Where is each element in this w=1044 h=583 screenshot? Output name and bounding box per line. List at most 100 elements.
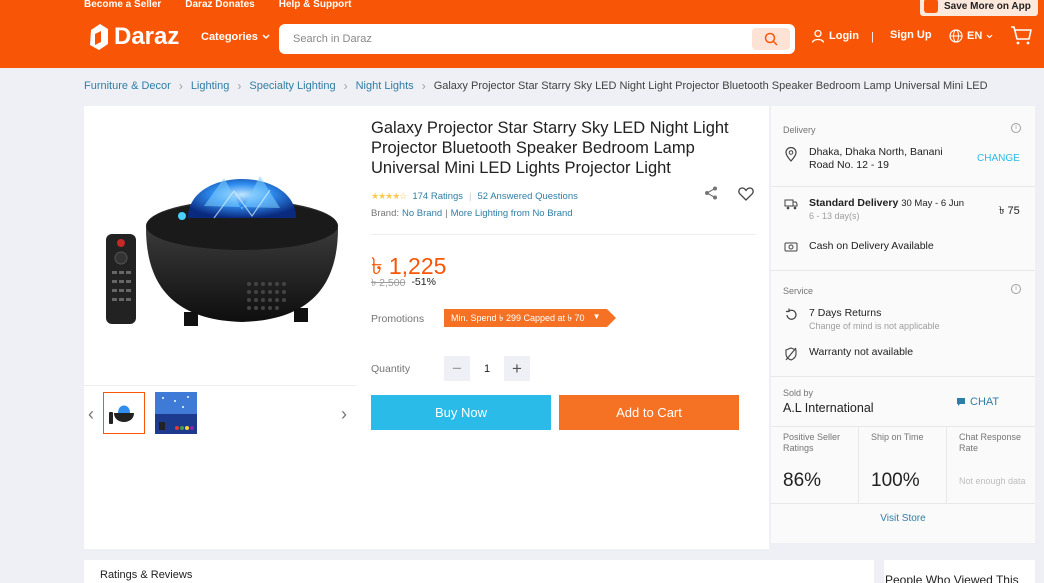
promotion-text: Min. Spend ৳ 299 Capped at ৳ 70 xyxy=(451,312,585,323)
ratings-link[interactable]: 174 Ratings xyxy=(412,191,463,202)
help-support-link[interactable]: Help & Support xyxy=(279,0,352,10)
seller-name[interactable]: A.L International xyxy=(783,401,874,415)
add-to-cart-button[interactable]: Add to Cart xyxy=(559,395,739,430)
thumbnail-divider xyxy=(84,385,356,386)
signup-link[interactable]: Sign Up xyxy=(890,29,932,41)
brand-row: Brand: No Brand | More Lighting from No … xyxy=(371,208,573,219)
ratings-reviews-panel: Ratings & Reviews xyxy=(84,560,874,583)
thumbnail-strip: ‹ › xyxy=(84,392,356,436)
divider xyxy=(371,234,756,235)
chevron-left-icon[interactable]: ‹ xyxy=(88,404,94,425)
divider xyxy=(771,186,1035,187)
breadcrumb-current: Galaxy Projector Star Starry Sky LED Nig… xyxy=(433,80,988,92)
standard-delivery-label: Standard Delivery xyxy=(809,197,899,209)
chevron-right-icon[interactable]: › xyxy=(341,404,347,425)
daraz-donates-link[interactable]: Daraz Donates xyxy=(185,0,254,10)
divider xyxy=(771,503,1035,504)
breadcrumb-furniture-decor[interactable]: Furniture & Decor xyxy=(84,80,171,92)
product-main-image[interactable] xyxy=(84,106,356,386)
quantity-stepper: − 1 + xyxy=(444,356,530,381)
promotion-tag[interactable]: Min. Spend ৳ 299 Capped at ৳ 70 ▼ xyxy=(444,309,616,327)
search-icon xyxy=(764,32,778,46)
save-more-on-app-label: Save More on App xyxy=(944,0,1031,12)
service-heading: Service xyxy=(783,286,814,296)
delivery-dates: 30 May - 6 Jun xyxy=(901,198,965,209)
quantity-label: Quantity xyxy=(371,363,411,375)
user-icon xyxy=(811,29,825,43)
daraz-logo[interactable]: Daraz xyxy=(88,22,179,52)
stat-label: Chat Response Rate xyxy=(959,432,1022,453)
language-label: EN xyxy=(967,30,983,42)
seller-stat-ship-on-time: Ship on Time 100% xyxy=(859,427,947,503)
search-bar xyxy=(279,24,795,54)
delivery-heading: Delivery xyxy=(783,125,816,135)
buy-now-button[interactable]: Buy Now xyxy=(371,395,551,430)
thumbnail-2[interactable] xyxy=(155,392,197,434)
breadcrumb-specialty-lighting[interactable]: Specialty Lighting xyxy=(249,80,335,92)
login-link[interactable]: Login xyxy=(811,29,859,43)
share-icon xyxy=(705,186,717,200)
stat-label: Ship on Time xyxy=(871,432,924,442)
change-location-link[interactable]: CHANGE xyxy=(977,153,1020,164)
info-icon[interactable]: i xyxy=(1011,123,1021,133)
cod-row: Cash on Delivery Available xyxy=(783,240,934,253)
search-button[interactable] xyxy=(752,28,790,50)
brand-link[interactable]: No Brand xyxy=(402,208,442,219)
delivery-truck-icon xyxy=(783,197,799,223)
wishlist-button[interactable] xyxy=(738,187,754,206)
return-icon xyxy=(783,307,799,333)
thumbnail-projector-image xyxy=(104,393,144,433)
chevron-right-icon: › xyxy=(343,79,348,93)
daraz-logo-icon xyxy=(90,24,108,50)
save-more-on-app-button[interactable]: Save More on App xyxy=(920,0,1038,16)
warranty-row: Warranty not available xyxy=(783,346,913,361)
language-selector[interactable]: EN xyxy=(949,29,993,43)
location-line-1: Dhaka, Dhaka North, Banani xyxy=(809,146,943,158)
divider xyxy=(771,270,1035,271)
globe-icon xyxy=(949,29,963,43)
login-label: Login xyxy=(829,30,859,42)
visit-store-link[interactable]: Visit Store xyxy=(771,513,1035,524)
caret-down-icon: ▼ xyxy=(592,312,601,321)
product-panel: ‹ › Galaxy Projector Star Starry Sky LED… xyxy=(84,106,769,549)
answered-questions-link[interactable]: 52 Answered Questions xyxy=(478,191,578,202)
chat-button[interactable]: CHAT xyxy=(956,396,999,408)
standard-delivery-row: Standard Delivery 30 May - 6 Jun 6 - 13 … xyxy=(783,197,964,223)
quantity-value[interactable]: 1 xyxy=(470,363,504,375)
thumbnail-starry-room-image xyxy=(155,392,197,434)
more-from-brand-link[interactable]: More Lighting from No Brand xyxy=(451,208,573,219)
people-viewed-title: People Who Viewed This xyxy=(885,573,1019,583)
increase-quantity-button[interactable]: + xyxy=(504,356,530,381)
chevron-down-icon xyxy=(262,34,270,40)
chat-icon xyxy=(957,398,965,406)
heart-icon xyxy=(738,187,754,201)
share-button[interactable] xyxy=(704,186,718,205)
breadcrumb-night-lights[interactable]: Night Lights xyxy=(356,80,414,92)
decrease-quantity-button[interactable]: − xyxy=(444,356,470,381)
cart-button[interactable] xyxy=(1010,25,1032,50)
separator: | xyxy=(469,191,472,202)
nav-separator: | xyxy=(871,31,874,43)
people-viewed-panel: People Who Viewed This xyxy=(884,560,1035,583)
seller-stat-chat-response: Chat Response Rate Not enough data xyxy=(947,427,1035,503)
divider xyxy=(771,376,1035,377)
become-seller-link[interactable]: Become a Seller xyxy=(84,0,161,10)
search-input[interactable] xyxy=(279,24,752,54)
categories-menu[interactable]: Categories xyxy=(201,31,270,43)
breadcrumb-lighting[interactable]: Lighting xyxy=(191,80,230,92)
stat-label: Positive Seller Ratings xyxy=(783,432,841,453)
info-icon[interactable]: i xyxy=(1011,284,1021,294)
rating-row: ★★★★☆ 174 Ratings | 52 Answered Question… xyxy=(371,191,578,202)
logo-text: Daraz xyxy=(114,23,180,50)
app-icon xyxy=(924,0,938,13)
stat-value: 86% xyxy=(783,470,822,491)
returns-label: 7 Days Returns xyxy=(809,307,882,319)
top-links: Become a Seller Daraz Donates Help & Sup… xyxy=(84,0,352,10)
chat-label: CHAT xyxy=(970,396,1000,408)
warranty-label: Warranty not available xyxy=(809,346,914,358)
chevron-right-icon: › xyxy=(421,79,426,93)
breadcrumb: Furniture & Decor › Lighting › Specialty… xyxy=(84,79,988,93)
top-header: Become a Seller Daraz Donates Help & Sup… xyxy=(0,0,1044,68)
thumbnail-1[interactable] xyxy=(103,392,145,434)
cod-label: Cash on Delivery Available xyxy=(809,240,934,252)
